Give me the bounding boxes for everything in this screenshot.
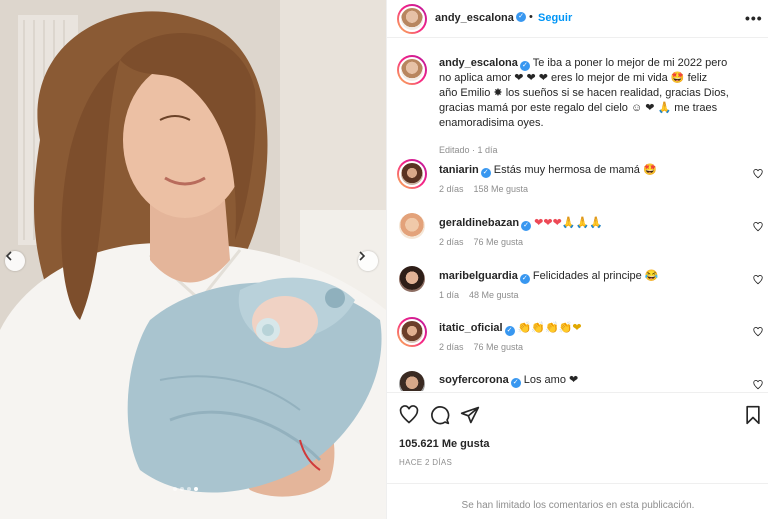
caption-edited: Editado · 1 día	[439, 145, 498, 155]
post-actions: 105.621 Me gusta HACE 2 DÍAS	[387, 392, 768, 492]
comment-text: Los amo ❤	[523, 374, 579, 386]
verified-icon: ✓	[510, 378, 521, 388]
verified-icon: ✓	[519, 274, 530, 284]
carousel-indicator	[173, 487, 198, 491]
comment-row: geraldinebazan ✓ ❤❤❤🙏🙏🙏 2 días 76 Me gusta	[387, 210, 768, 260]
commenter-avatar[interactable]	[397, 159, 427, 189]
comment-likes[interactable]: 76 Me gusta	[474, 342, 524, 352]
comment-row: soyfercorona ✓ Los amo ❤	[387, 368, 768, 391]
follow-button[interactable]: Seguir	[538, 12, 572, 24]
comment-icon[interactable]	[430, 405, 450, 425]
comment-row: taniarin ✓ Estás muy hermosa de mamá 🤩 2 …	[387, 157, 768, 207]
comment-text: ❤❤❤🙏🙏🙏	[534, 217, 603, 229]
caption-username[interactable]: andy_escalona	[439, 57, 518, 69]
caption-text: andy_escalona ✓ Te iba a poner lo mejor d…	[439, 56, 759, 131]
carousel-dot	[187, 487, 191, 491]
comment-meta: 2 días 76 Me gusta	[439, 342, 533, 352]
commenter-avatar[interactable]	[397, 317, 427, 347]
caption-line-3: año Emilio ✸ los sueños si se hacen real…	[439, 87, 729, 99]
comment-meta: 1 día 48 Me gusta	[439, 290, 529, 300]
commenter-username[interactable]: soyfercorona	[439, 374, 509, 386]
comment-likes[interactable]: 158 Me gusta	[474, 184, 529, 194]
chevron-right-icon	[359, 251, 366, 261]
comments-limited-notice: Se han limitado los comentarios en esta …	[387, 483, 768, 519]
comment-body: maribelguardia ✓ Felicidades al principe …	[439, 269, 659, 284]
bookmark-icon[interactable]	[744, 405, 762, 425]
comments-list[interactable]: andy_escalona ✓ Te iba a poner lo mejor d…	[387, 39, 768, 391]
author-username[interactable]: andy_escalona	[435, 12, 514, 24]
comment-body: itatic_oficial ✓ 👏👏👏👏❤	[439, 321, 582, 336]
commenter-avatar[interactable]	[399, 213, 425, 239]
comment-likes[interactable]: 76 Me gusta	[474, 237, 524, 247]
comment-meta: 2 días 76 Me gusta	[439, 237, 533, 247]
separator-dot: •	[529, 11, 533, 23]
caption-line-5: enamoradisima oyes.	[439, 117, 544, 129]
post-date: HACE 2 DÍAS	[399, 458, 453, 467]
comment-age: 2 días	[439, 342, 464, 352]
comment-likes[interactable]: 48 Me gusta	[469, 290, 519, 300]
comment-meta: 2 días 158 Me gusta	[439, 184, 538, 194]
commenter-avatar[interactable]	[399, 266, 425, 292]
carousel-dot	[173, 487, 177, 491]
comment-age: 2 días	[439, 184, 464, 194]
heart-icon[interactable]	[753, 380, 763, 390]
verified-icon: ✓	[480, 168, 491, 178]
caption-line-1: Te iba a poner lo mejor de mi 2022 pero	[532, 57, 728, 69]
post-header: andy_escalona ✓ • Seguir •••	[387, 0, 768, 38]
verified-icon: ✓	[521, 221, 532, 231]
photo-illustration	[0, 0, 386, 519]
caption: andy_escalona ✓ Te iba a poner lo mejor d…	[387, 53, 768, 155]
more-icon[interactable]: •••	[745, 10, 763, 26]
verified-icon: ✓	[519, 61, 530, 71]
verified-icon: ✓	[516, 12, 526, 22]
commenter-avatar[interactable]	[399, 371, 425, 391]
commenter-username[interactable]: taniarin	[439, 164, 479, 176]
comment-text: Estás muy hermosa de mamá 🤩	[493, 164, 657, 176]
chevron-left-icon	[5, 251, 12, 261]
comment-body: geraldinebazan ✓ ❤❤❤🙏🙏🙏	[439, 216, 603, 231]
author-avatar[interactable]	[397, 4, 427, 34]
comment-text: Felicidades al principe 😂	[532, 270, 659, 282]
comment-row: itatic_oficial ✓ 👏👏👏👏❤ 2 días 76 Me gusta	[387, 315, 768, 365]
comment-row: maribelguardia ✓ Felicidades al principe …	[387, 263, 768, 313]
heart-icon[interactable]	[753, 275, 763, 285]
carousel-dot	[194, 487, 198, 491]
carousel-prev-button[interactable]	[5, 251, 25, 271]
like-count[interactable]: 105.621 Me gusta	[399, 438, 490, 450]
comment-age: 1 día	[439, 290, 460, 300]
heart-icon[interactable]	[753, 222, 763, 232]
comment-body: taniarin ✓ Estás muy hermosa de mamá 🤩	[439, 163, 657, 178]
comment-age: 2 días	[439, 237, 464, 247]
comment-body: soyfercorona ✓ Los amo ❤	[439, 373, 578, 388]
share-icon[interactable]	[460, 405, 480, 425]
carousel-next-button[interactable]	[358, 251, 378, 271]
heart-icon[interactable]	[399, 405, 419, 425]
caption-avatar[interactable]	[397, 55, 427, 85]
heart-icon[interactable]	[753, 169, 763, 179]
post-photo[interactable]	[0, 0, 386, 519]
commenter-username[interactable]: geraldinebazan	[439, 217, 519, 229]
commenter-username[interactable]: itatic_oficial	[439, 322, 503, 334]
comment-text: 👏👏👏👏❤	[517, 322, 582, 334]
caption-line-4: gracias mamá por este regalo del cielo ☺…	[439, 102, 718, 114]
commenter-username[interactable]: maribelguardia	[439, 270, 518, 282]
verified-icon: ✓	[504, 326, 515, 336]
heart-icon[interactable]	[753, 327, 763, 337]
carousel-dot	[180, 487, 184, 491]
caption-line-2: no aplica amor ❤ ❤ ❤ eres lo mejor de mi…	[439, 72, 708, 84]
post-details-panel: andy_escalona ✓ • Seguir ••• andy_escalo…	[386, 0, 768, 519]
